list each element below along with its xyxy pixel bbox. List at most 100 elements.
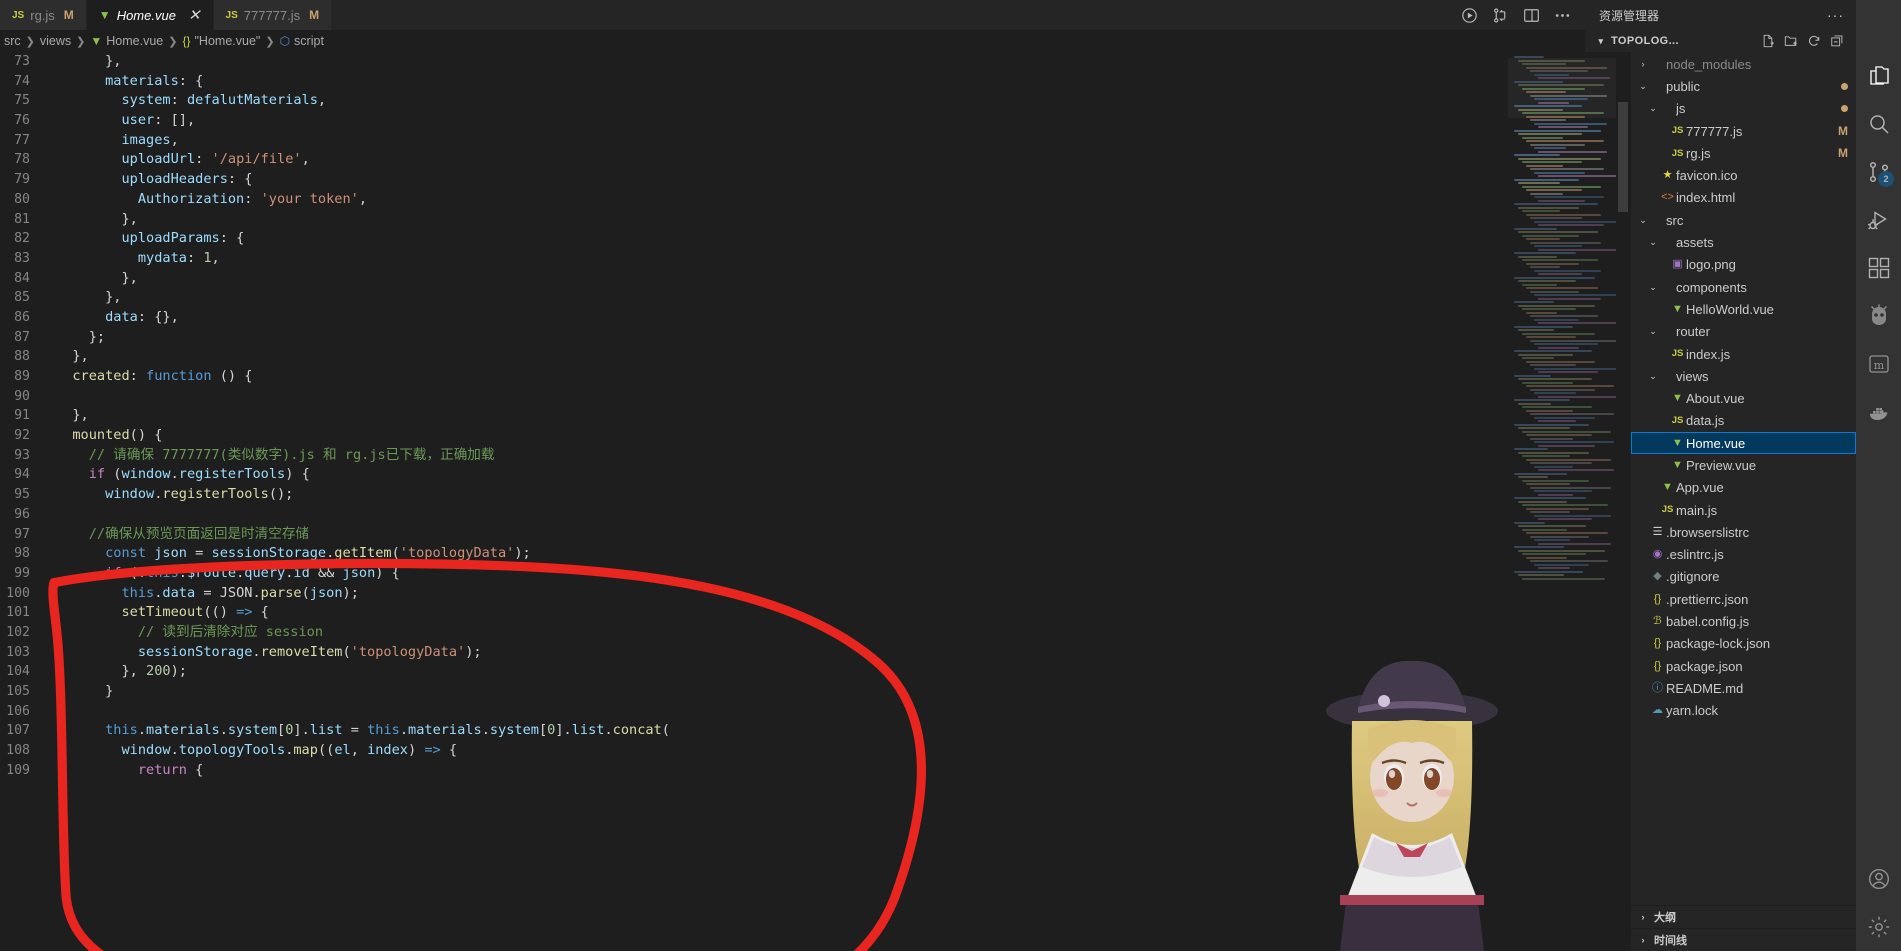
chevron-down-icon[interactable]: ⌄ bbox=[1647, 282, 1659, 293]
new-file-icon[interactable] bbox=[1761, 34, 1775, 48]
code-line[interactable]: 91 }, bbox=[0, 406, 1630, 426]
chevron-down-icon[interactable]: ▾ bbox=[1595, 36, 1607, 47]
new-folder-icon[interactable] bbox=[1784, 34, 1798, 48]
breadcrumb-item-3[interactable]: {} "Home.vue" bbox=[182, 34, 260, 48]
chevron-right-icon[interactable]: › bbox=[1637, 59, 1649, 69]
source-control-icon[interactable]: 2 bbox=[1856, 148, 1901, 196]
tree-file-row[interactable]: {} .prettierrc.json bbox=[1631, 588, 1856, 610]
code-line[interactable]: 102 // 读到后清除对应 session bbox=[0, 623, 1630, 643]
tree-file-row[interactable]: ▼ App.vue bbox=[1631, 477, 1856, 499]
search-icon[interactable] bbox=[1856, 100, 1901, 148]
code-line[interactable]: 100 this.data = JSON.parse(json); bbox=[0, 584, 1630, 604]
close-icon[interactable]: ✕ bbox=[188, 8, 201, 23]
code-line[interactable]: 106 bbox=[0, 702, 1630, 722]
chevron-down-icon[interactable]: ⌄ bbox=[1647, 103, 1659, 114]
code-line[interactable]: 78 uploadUrl: '/api/file', bbox=[0, 150, 1630, 170]
code-editor[interactable]: 73 }, 74 materials: {75 system: defalutMa… bbox=[0, 52, 1630, 951]
code-line[interactable]: 83 mydata: 1, bbox=[0, 249, 1630, 269]
code-line[interactable]: 73 }, bbox=[0, 52, 1630, 72]
tree-folder-row[interactable]: ⌄ js bbox=[1631, 98, 1856, 120]
chevron-down-icon[interactable]: ⌄ bbox=[1647, 371, 1659, 382]
code-line[interactable]: 87 }; bbox=[0, 328, 1630, 348]
file-tree[interactable]: › node_modules ⌄ public ⌄ js JS 777777.js M JS rg.… bbox=[1631, 52, 1856, 905]
tree-file-row[interactable]: ☰ .browserslistrc bbox=[1631, 521, 1856, 543]
split-compare-icon[interactable] bbox=[1492, 7, 1509, 24]
code-line[interactable]: 105 } bbox=[0, 682, 1630, 702]
tree-file-row[interactable]: ⓘ README.md bbox=[1631, 677, 1856, 699]
breadcrumb-item-0[interactable]: src bbox=[4, 34, 21, 48]
code-line[interactable]: 81 }, bbox=[0, 210, 1630, 230]
editor-tab-777777-js[interactable]: JS 777777.js M bbox=[213, 0, 333, 30]
run-file-icon[interactable] bbox=[1461, 7, 1478, 24]
code-line[interactable]: 79 uploadHeaders: { bbox=[0, 170, 1630, 190]
minimap[interactable] bbox=[1508, 52, 1616, 951]
code-line[interactable]: 103 sessionStorage.removeItem('topologyD… bbox=[0, 643, 1630, 663]
explorer-icon[interactable] bbox=[1856, 52, 1901, 100]
editor-vertical-scrollbar[interactable] bbox=[1616, 52, 1630, 951]
tree-file-row[interactable]: JS index.js bbox=[1631, 343, 1856, 365]
tree-file-row[interactable]: ★ favicon.ico bbox=[1631, 164, 1856, 186]
more-actions-icon[interactable] bbox=[1554, 7, 1571, 24]
accounts-icon[interactable] bbox=[1856, 855, 1901, 903]
editor-tab-home-vue[interactable]: ▼ Home.vue ✕ bbox=[86, 0, 214, 30]
breadcrumb-item-1[interactable]: views bbox=[40, 34, 71, 48]
markdown-icon[interactable]: m bbox=[1856, 340, 1901, 388]
code-content[interactable]: 73 }, 74 materials: {75 system: defalutMa… bbox=[0, 52, 1630, 951]
chevron-down-icon[interactable]: ⌄ bbox=[1637, 81, 1649, 92]
code-line[interactable]: 97 //确保从预览页面返回是时清空存储 bbox=[0, 525, 1630, 545]
collapsed-panel-1[interactable]: › 时间线 bbox=[1631, 928, 1856, 951]
code-line[interactable]: 89 created: function () { bbox=[0, 367, 1630, 387]
tree-file-row[interactable]: JS rg.js M bbox=[1631, 142, 1856, 164]
explorer-more-icon[interactable]: ··· bbox=[1827, 7, 1844, 23]
split-editor-icon[interactable] bbox=[1523, 7, 1540, 24]
code-line[interactable]: 95 window.registerTools(); bbox=[0, 485, 1630, 505]
code-line[interactable]: 93 // 请确保 7777777(类似数字).js 和 rg.js已下载，正确… bbox=[0, 446, 1630, 466]
code-line[interactable]: 98 const json = sessionStorage.getItem('… bbox=[0, 544, 1630, 564]
code-line[interactable]: 80 Authorization: 'your token', bbox=[0, 190, 1630, 210]
tree-file-row[interactable]: ▼ Preview.vue bbox=[1631, 454, 1856, 476]
testing-icon[interactable] bbox=[1856, 292, 1901, 340]
code-line[interactable]: 107 this.materials.system[0].list = this… bbox=[0, 721, 1630, 741]
code-line[interactable]: 84 }, bbox=[0, 269, 1630, 289]
code-line[interactable]: 75 system: defalutMaterials, bbox=[0, 91, 1630, 111]
code-line[interactable]: 85 }, bbox=[0, 288, 1630, 308]
code-line[interactable]: 104 }, 200); bbox=[0, 662, 1630, 682]
code-line[interactable]: 101 setTimeout(() => { bbox=[0, 603, 1630, 623]
code-line[interactable]: 82 uploadParams: { bbox=[0, 229, 1630, 249]
breadcrumb-item-4[interactable]: ⬡ script bbox=[280, 34, 324, 48]
tree-folder-row[interactable]: ⌄ views bbox=[1631, 365, 1856, 387]
tree-folder-row[interactable]: ⌄ assets bbox=[1631, 231, 1856, 253]
tree-file-row[interactable]: {} package.json bbox=[1631, 655, 1856, 677]
code-line[interactable]: 76 user: [], bbox=[0, 111, 1630, 131]
docker-icon[interactable] bbox=[1856, 388, 1901, 436]
code-line[interactable]: 92 mounted() { bbox=[0, 426, 1630, 446]
run-debug-icon[interactable] bbox=[1856, 196, 1901, 244]
chevron-down-icon[interactable]: ⌄ bbox=[1637, 215, 1649, 226]
collapsed-panel-0[interactable]: › 大纲 bbox=[1631, 905, 1856, 928]
code-line[interactable]: 109 return { bbox=[0, 761, 1630, 781]
collapse-all-icon[interactable] bbox=[1830, 34, 1844, 48]
tree-file-row[interactable]: ℬbabel.config.js bbox=[1631, 610, 1856, 632]
breadcrumb-item-2[interactable]: ▼ Home.vue bbox=[90, 34, 163, 48]
tree-file-row[interactable]: JS 777777.js M bbox=[1631, 120, 1856, 142]
code-line[interactable]: 96 bbox=[0, 505, 1630, 525]
tree-file-row[interactable]: JS main.js bbox=[1631, 499, 1856, 521]
code-line[interactable]: 74 materials: { bbox=[0, 72, 1630, 92]
code-line[interactable]: 88 }, bbox=[0, 347, 1630, 367]
code-line[interactable]: 108 window.topologyTools.map((el, index)… bbox=[0, 741, 1630, 761]
tree-folder-row[interactable]: ⌄ components bbox=[1631, 276, 1856, 298]
tree-folder-row[interactable]: ⌄ router bbox=[1631, 321, 1856, 343]
editor-tab-rg-js[interactable]: JS rg.js M bbox=[0, 0, 87, 30]
tree-file-row[interactable]: ◆ .gitignore bbox=[1631, 566, 1856, 588]
tree-file-row[interactable]: ☁ yarn.lock bbox=[1631, 700, 1856, 722]
tree-file-row[interactable]: JS data.js bbox=[1631, 410, 1856, 432]
refresh-icon[interactable] bbox=[1807, 34, 1821, 48]
code-line[interactable]: 77 images, bbox=[0, 131, 1630, 151]
chevron-down-icon[interactable]: ⌄ bbox=[1647, 326, 1659, 337]
tree-file-row[interactable]: ◉ .eslintrc.js bbox=[1631, 544, 1856, 566]
chevron-down-icon[interactable]: ⌄ bbox=[1647, 237, 1659, 248]
tree-file-row[interactable]: ▼ About.vue bbox=[1631, 387, 1856, 409]
code-line[interactable]: 94 if (window.registerTools) { bbox=[0, 465, 1630, 485]
extensions-icon[interactable] bbox=[1856, 244, 1901, 292]
tree-file-row[interactable]: ▣ logo.png bbox=[1631, 254, 1856, 276]
